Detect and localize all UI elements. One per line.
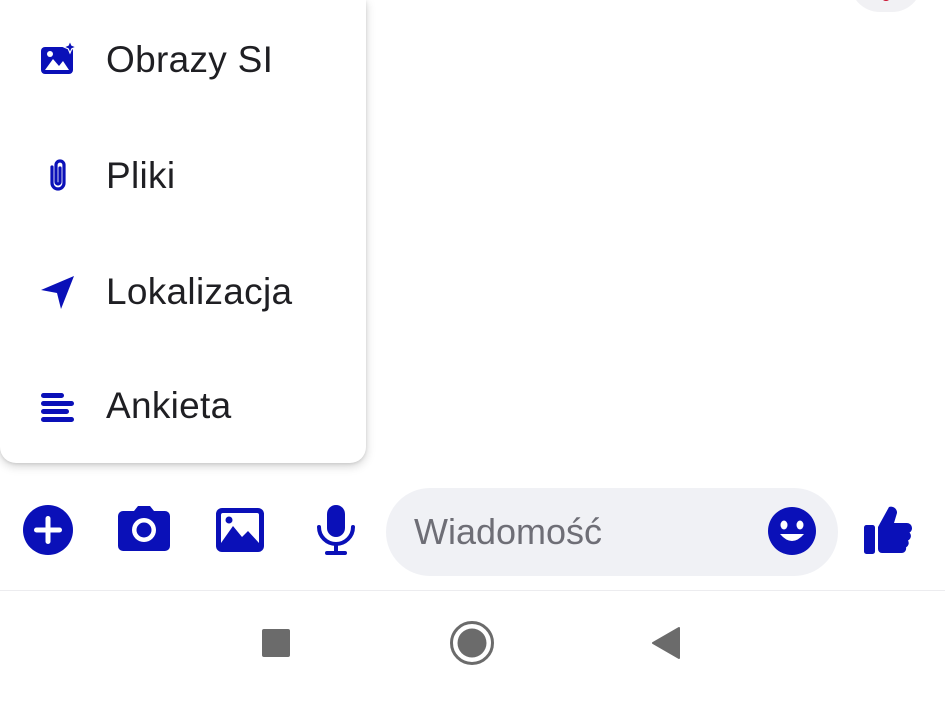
thumbs-up-icon (862, 503, 914, 562)
menu-item-ai-images[interactable]: Obrazy SI (0, 2, 366, 118)
gallery-icon (214, 506, 266, 559)
microphone-icon (314, 503, 358, 562)
add-button[interactable] (20, 504, 76, 560)
emoji-button[interactable] (767, 506, 817, 561)
menu-item-label: Lokalizacja (106, 271, 293, 312)
camera-button[interactable] (116, 504, 172, 560)
gallery-button[interactable] (212, 504, 268, 560)
menu-item-poll[interactable]: Ankieta (0, 348, 366, 464)
recents-square-icon (260, 627, 292, 664)
plus-circle-icon (21, 503, 75, 562)
attachment-menu: Obrazy SI Pliki Lokalizacja Ankieta (0, 0, 366, 463)
menu-item-label: Obrazy SI (106, 39, 274, 80)
system-navigation-bar (0, 591, 945, 704)
message-input[interactable] (414, 506, 754, 558)
menu-item-label: Ankieta (106, 385, 232, 426)
location-arrow-icon (38, 272, 78, 312)
poll-icon (38, 386, 78, 426)
voice-button[interactable] (308, 504, 364, 560)
message-composer (0, 486, 945, 578)
recents-button[interactable] (250, 619, 302, 671)
emoji-icon (767, 506, 817, 561)
menu-item-label: Pliki (106, 155, 176, 196)
paperclip-icon (38, 156, 78, 196)
messenger-screen: Obrazy SI Pliki Lokalizacja Ankieta Wiad… (0, 0, 945, 704)
avatar-mark (881, 0, 891, 1)
partial-header-avatar[interactable] (850, 0, 922, 12)
home-button[interactable] (446, 619, 498, 671)
back-triangle-icon (649, 625, 683, 666)
ai-image-icon (38, 40, 78, 80)
message-field[interactable] (386, 488, 838, 576)
camera-icon (116, 505, 172, 560)
back-button[interactable] (640, 619, 692, 671)
home-circle-icon (448, 619, 496, 672)
menu-item-location[interactable]: Lokalizacja (0, 234, 366, 350)
menu-item-files[interactable]: Pliki (0, 118, 366, 234)
like-button[interactable] (860, 504, 916, 560)
